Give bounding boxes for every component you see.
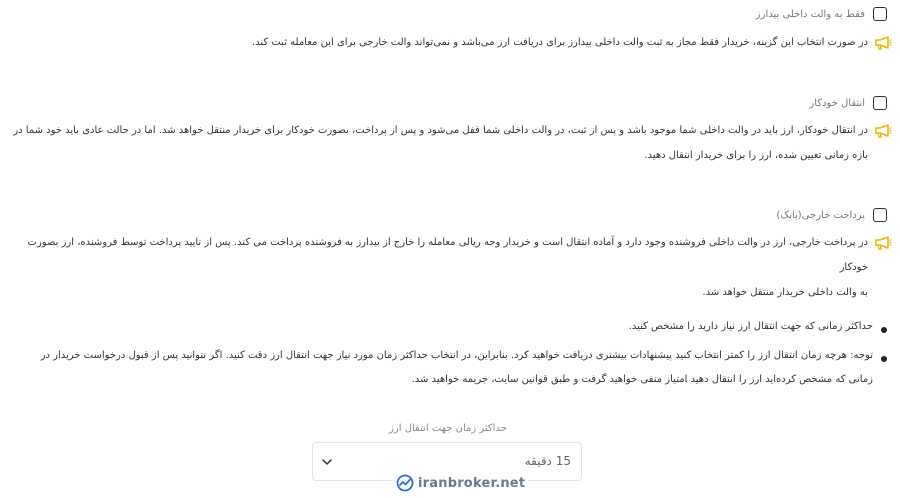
auto-transfer-checkbox[interactable]: [873, 96, 887, 110]
notes-list: حداکثر زمانی که جهت انتقال ارز نیاز داری…: [41, 321, 887, 392]
watermark: iranbroker.net: [393, 474, 529, 492]
megaphone-icon: [875, 124, 892, 138]
option-external-payment[interactable]: پرداخت خارجی(بانک): [776, 208, 887, 222]
chevron-down-icon: [322, 459, 332, 465]
bullet-dot: [881, 327, 887, 333]
megaphone-icon: [875, 36, 892, 50]
auto-transfer-desc-line-2: بازه زمانی تعیین شده، ارز را برای خریدار…: [644, 150, 868, 161]
transfer-time-value: 15 دقیقه: [524, 454, 571, 468]
auto-transfer-label: انتقال خودکار: [809, 97, 865, 109]
list-item: حداکثر زمانی که جهت انتقال ارز نیاز داری…: [41, 321, 887, 339]
external-payment-desc-line-1: در پرداخت خارجی، ارز در والت داخلی فروشن…: [27, 237, 868, 273]
external-payment-desc-line-2: به والت داخلی خریدار منتقل خواهد شد.: [702, 287, 868, 298]
external-payment-description: در پرداخت خارجی، ارز در والت داخلی فروشن…: [0, 236, 892, 305]
internal-wallet-desc-line: در صورت انتخاب این گزینه، خریدار فقط مجا…: [251, 37, 868, 48]
auto-transfer-desc-line-1: در انتقال خودکار، ارز باید در والت داخلی…: [13, 125, 868, 136]
internal-wallet-checkbox[interactable]: [873, 7, 887, 21]
note-line-1: توجه: هرچه زمان انتقال ارز را کمتر انتخا…: [40, 350, 873, 361]
option-auto-transfer[interactable]: انتقال خودکار: [809, 96, 887, 110]
chart-logo-icon: [396, 474, 414, 492]
transfer-time-label: حداکثر زمان جهت انتقال ارز: [389, 423, 507, 434]
note-line: حداکثر زمانی که جهت انتقال ارز نیاز داری…: [628, 321, 873, 332]
list-item: توجه: هرچه زمان انتقال ارز را کمتر انتخا…: [41, 350, 887, 392]
external-payment-label: پرداخت خارجی(بانک): [776, 209, 865, 221]
note-line-2: زمانی که مشخص کرده‌اید ارز را انتقال دهی…: [411, 374, 873, 385]
watermark-text: iranbroker.net: [418, 475, 526, 491]
bullet-dot: [881, 356, 887, 362]
external-payment-checkbox[interactable]: [873, 208, 887, 222]
option-internal-wallet[interactable]: فقط به والت داخلی بیدارز: [756, 7, 887, 21]
megaphone-icon: [875, 236, 892, 250]
internal-wallet-label: فقط به والت داخلی بیدارز: [755, 8, 865, 20]
internal-wallet-description: در صورت انتخاب این گزینه، خریدار فقط مجا…: [252, 36, 892, 55]
auto-transfer-description: در انتقال خودکار، ارز باید در والت داخلی…: [13, 124, 892, 168]
